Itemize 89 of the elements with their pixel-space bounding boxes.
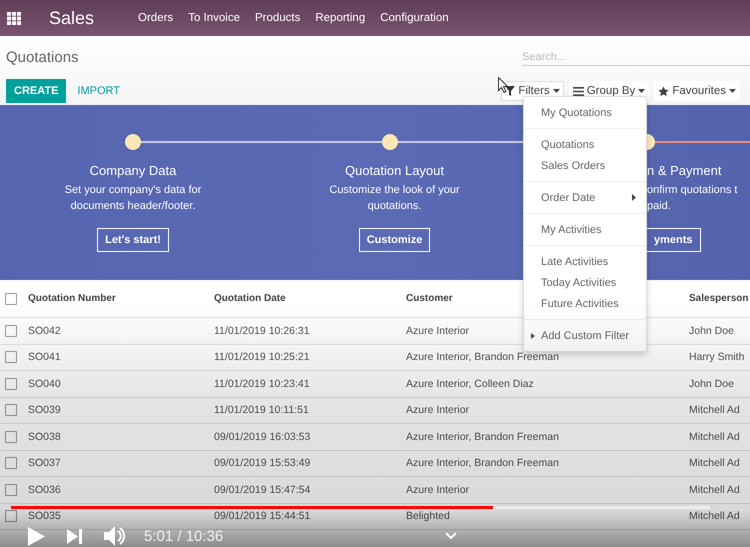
row-checkbox[interactable]: [5, 510, 17, 522]
table-cell: 11/01/2019 10:26:31: [214, 324, 310, 337]
table-cell: SO042: [28, 324, 61, 337]
table-cell: 11/01/2019 10:23:41: [214, 378, 310, 390]
caret-icon: [632, 194, 636, 201]
table-cell: Mitchell Ad: [689, 510, 740, 522]
table-cell: Belighted: [406, 510, 450, 522]
table-cell: 09/01/2019 15:53:49: [214, 457, 310, 470]
step-title: n & Payment: [647, 163, 722, 178]
menu-item[interactable]: To Invoice: [188, 12, 240, 24]
table-cell: Mitchell Ad: [689, 457, 740, 470]
app-title: Sales: [49, 8, 94, 28]
apps-grid-icon[interactable]: [7, 12, 21, 24]
video-time: 5:01 / 10:36: [144, 528, 224, 544]
table-cell: John Doe: [689, 378, 734, 390]
table-cell: Azure Interior: [406, 404, 470, 416]
table-cell: Azure Interior, Colleen Diaz: [406, 378, 534, 390]
column-header[interactable]: Quotation Number: [28, 293, 116, 304]
filter-menu-item[interactable]: Today Activities: [524, 272, 646, 293]
table-cell: 11/01/2019 10:11:51: [214, 404, 309, 416]
filter-menu-item[interactable]: Add Custom Filter: [524, 325, 646, 346]
filter-menu-item[interactable]: Late Activities: [524, 251, 646, 272]
table-cell: SO039: [28, 404, 61, 416]
table-cell: Mitchell Ad: [689, 430, 740, 443]
menu-item[interactable]: Configuration: [380, 12, 449, 24]
step-button[interactable]: Customize: [358, 228, 430, 252]
table-cell: John Doe: [689, 324, 734, 337]
filter-menu-item[interactable]: Quotations: [524, 134, 646, 155]
step-description: onfirm quotations t paid.: [647, 183, 738, 214]
step-title: Quotation Layout: [344, 163, 444, 178]
step-button[interactable]: Let's start!: [97, 228, 169, 252]
table-cell: Mitchell Ad: [689, 404, 740, 416]
row-checkbox[interactable]: [5, 430, 17, 443]
table-cell: 11/01/2019 10:25:21: [214, 351, 310, 364]
caret-icon: [531, 333, 535, 339]
volume-icon[interactable]: [104, 526, 126, 546]
row-checkbox[interactable]: [5, 324, 17, 337]
table-cell: SO036: [28, 484, 61, 496]
table-cell: 09/01/2019 15:44:51: [214, 510, 310, 522]
table-cell: Azure Interior, Brandon Freeman: [406, 351, 559, 364]
row-checkbox[interactable]: [5, 378, 17, 390]
table-cell: Mitchell Ad: [689, 484, 740, 496]
filter-menu-item[interactable]: Order Date: [524, 187, 646, 208]
row-checkbox[interactable]: [5, 457, 17, 470]
filter-menu-item[interactable]: Future Activities: [524, 293, 646, 314]
table-cell: 09/01/2019 15:47:54: [214, 484, 310, 496]
table-cell: SO040: [28, 378, 61, 390]
caret-icon: [552, 88, 560, 94]
table-cell: Azure Interior, Brandon Freeman: [406, 457, 559, 470]
table-cell: SO041: [28, 351, 61, 364]
table-cell: 09/01/2019 16:03:53: [214, 430, 310, 443]
column-header[interactable]: Quotation Date: [214, 293, 286, 304]
video-progress-track[interactable]: [11, 506, 710, 509]
menu-item[interactable]: Orders: [138, 12, 174, 24]
mouse-cursor-icon: [498, 77, 509, 93]
row-checkbox[interactable]: [5, 351, 17, 364]
column-header[interactable]: Customer: [406, 293, 453, 304]
menu-item[interactable]: Products: [254, 12, 300, 24]
search-field[interactable]: Search...: [522, 49, 750, 66]
play-icon[interactable]: [28, 526, 45, 546]
search-option-button[interactable]: Favourites: [654, 81, 740, 101]
table-cell: Harry Smith: [689, 351, 744, 364]
table-cell: SO038: [28, 430, 61, 443]
row-checkbox[interactable]: [5, 484, 17, 496]
chevron-down-icon[interactable]: [445, 532, 458, 540]
import-button[interactable]: IMPORT: [69, 79, 128, 103]
menu-item[interactable]: Reporting: [315, 12, 366, 24]
step-description: Set your company's data for documents header/footer.: [64, 183, 202, 214]
caret-icon: [638, 88, 646, 94]
table-cell: SO035: [28, 510, 61, 522]
filter-menu-item[interactable]: My Quotations: [524, 102, 646, 123]
breadcrumb: Quotations: [6, 49, 79, 66]
filter-menu-item[interactable]: Sales Orders: [524, 155, 646, 176]
row-checkbox[interactable]: [5, 404, 17, 416]
list-icon: [572, 86, 584, 96]
table-cell: SO037: [28, 457, 61, 470]
select-all-checkbox[interactable]: [5, 292, 17, 304]
step-title: Company Data: [90, 163, 176, 178]
create-button[interactable]: CREATE: [6, 79, 66, 103]
step-description: Customize the look of your quotations.: [328, 183, 461, 214]
table-cell: Azure Interior, Brandon Freeman: [406, 430, 559, 443]
caret-icon: [729, 88, 736, 94]
star-icon: [658, 86, 670, 96]
column-header[interactable]: Salesperson: [689, 293, 748, 304]
filter-menu-item[interactable]: My Activities: [524, 219, 646, 240]
filter-icon: [505, 86, 516, 96]
table-cell: Azure Interior: [406, 324, 470, 337]
skip-next-icon[interactable]: [67, 528, 82, 544]
table-cell: Azure Interior: [406, 484, 470, 496]
